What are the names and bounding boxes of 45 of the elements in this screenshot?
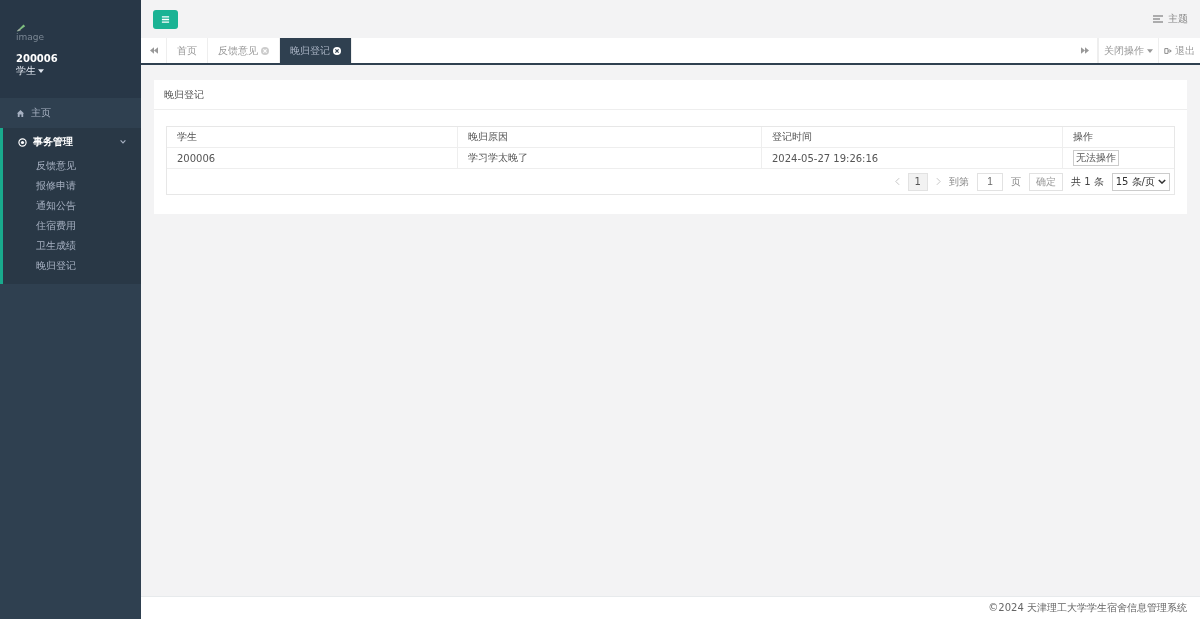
double-right-arrow-icon <box>1080 47 1089 54</box>
tab[interactable]: 晚归登记 <box>280 38 352 63</box>
column-header: 学生 <box>167 127 458 148</box>
menu-button[interactable] <box>153 9 178 29</box>
table-cell: 200006 <box>167 147 458 169</box>
chevron-down-icon <box>1158 179 1166 184</box>
caret-icon <box>38 69 44 73</box>
sidebar-subitem[interactable]: 反馈意见 <box>3 156 141 176</box>
home-icon <box>16 108 25 118</box>
confirm-button[interactable]: 确定 <box>1029 172 1063 191</box>
table-cell: 2024-05-27 19:26:16 <box>761 147 1063 169</box>
menu-icon <box>161 14 170 24</box>
sidebar-subitem[interactable]: 住宿费用 <box>3 216 141 236</box>
lines-icon <box>1153 15 1163 23</box>
prev-page-icon[interactable] <box>894 177 900 186</box>
action-button[interactable]: 无法操作 <box>1073 150 1119 166</box>
page-size-select[interactable]: 15 条/页 <box>1111 172 1170 191</box>
user-name: 200006 <box>16 53 58 64</box>
panel-title: 晚归登记 <box>154 80 1187 110</box>
caret-icon <box>1147 48 1153 53</box>
role-dropdown[interactable]: 学生 <box>16 64 44 78</box>
column-header: 晚归原因 <box>457 127 762 148</box>
sidebar-subitem[interactable]: 通知公告 <box>3 196 141 216</box>
table-cell: 学习学太晚了 <box>457 147 762 169</box>
tab[interactable]: 首页 <box>167 38 208 63</box>
theme-button[interactable]: 主题 <box>1153 12 1188 26</box>
column-header: 登记时间 <box>761 127 1063 148</box>
target-icon <box>18 137 27 147</box>
sign-out-icon <box>1164 46 1172 55</box>
goto-label: 到第 <box>949 174 969 189</box>
image-alt-text: image <box>16 32 45 42</box>
total-count: 共 1 条 <box>1071 174 1104 189</box>
next-page-icon[interactable] <box>936 177 941 186</box>
sidebar-subitem[interactable]: 晚归登记 <box>3 256 141 276</box>
sidebar-group-header[interactable]: 事务管理 <box>3 128 141 156</box>
double-left-arrow-icon <box>149 47 158 54</box>
page-label: 页 <box>1011 174 1021 189</box>
sidebar-subitem[interactable]: 卫生成绩 <box>3 236 141 256</box>
page-number[interactable]: 1 <box>907 172 928 191</box>
broken-image-icon <box>16 22 26 32</box>
column-header: 操作 <box>1062 127 1174 148</box>
footer-text: ©2024 天津理工大学学生宿舍信息管理系统 <box>988 601 1187 615</box>
sidebar-subitem[interactable]: 报修申请 <box>3 176 141 196</box>
close-icon[interactable] <box>333 46 341 55</box>
page-input[interactable]: 1 <box>977 172 1003 191</box>
